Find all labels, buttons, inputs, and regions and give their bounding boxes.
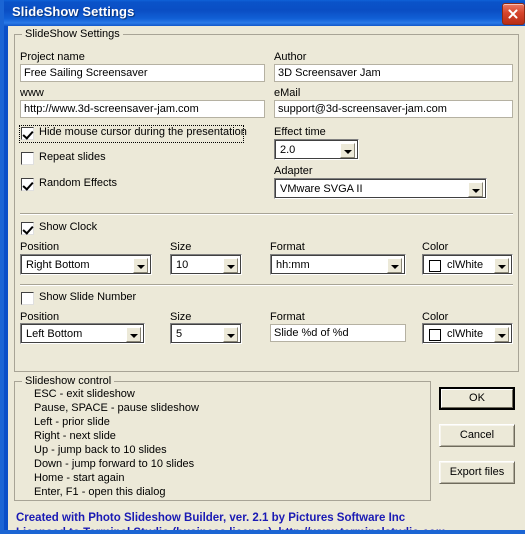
slideshow-settings-legend: SlideShow Settings xyxy=(22,28,123,40)
www-label: www xyxy=(20,87,44,99)
ok-button-label: OK xyxy=(469,392,485,404)
color-swatch xyxy=(429,329,441,341)
show-slide-number-checkbox[interactable]: Show Slide Number xyxy=(21,291,161,306)
random-effects-label: Random Effects xyxy=(39,177,118,189)
slideshow-control-legend: Slideshow control xyxy=(22,375,115,387)
repeat-slides-checkbox[interactable]: Repeat slides xyxy=(21,151,131,166)
combo-face: clWhite xyxy=(424,325,511,342)
clock-format-value: hh:mm xyxy=(276,259,310,271)
footer-credit-line: Created with Photo Slideshow Builder, ve… xyxy=(16,512,406,524)
combo-face: VMware SVGA II xyxy=(276,180,485,197)
adapter-value: VMware SVGA II xyxy=(280,183,363,195)
checkbox-box xyxy=(21,127,34,140)
combo-face: hh:mm xyxy=(272,256,404,273)
slide-number-color-combo[interactable]: clWhite xyxy=(422,323,513,344)
slide-number-format-input[interactable]: Slide %d of %d xyxy=(270,324,406,342)
chevron-down-icon[interactable] xyxy=(468,182,483,197)
hide-mouse-cursor-label: Hide mouse cursor during the presentatio… xyxy=(39,126,247,138)
combo-face: 2.0 xyxy=(276,141,357,158)
control-hint-line: Pause, SPACE - pause slideshow xyxy=(34,402,199,414)
checkbox-box xyxy=(21,152,34,165)
effect-time-combo[interactable]: 2.0 xyxy=(274,139,359,160)
control-hint-line: Right - next slide xyxy=(34,430,116,442)
show-slide-number-label: Show Slide Number xyxy=(39,291,137,303)
dialog-window: SlideShow Settings SlideShow Settings Pr… xyxy=(0,0,525,534)
slide-number-color-value: clWhite xyxy=(447,328,484,340)
checkbox-box xyxy=(21,178,34,191)
clock-color-combo[interactable]: clWhite xyxy=(422,254,513,275)
cancel-button-label: Cancel xyxy=(459,429,495,441)
clock-color-value: clWhite xyxy=(447,259,484,271)
project-name-label: Project name xyxy=(20,51,85,63)
export-files-button[interactable]: Export files xyxy=(439,461,515,484)
clock-format-label: Format xyxy=(270,241,305,253)
hide-mouse-cursor-checkbox[interactable]: Hide mouse cursor during the presentatio… xyxy=(19,125,247,143)
slide-number-color-label: Color xyxy=(422,311,449,323)
chevron-down-icon[interactable] xyxy=(133,258,148,273)
ok-button[interactable]: OK xyxy=(439,387,515,410)
color-swatch xyxy=(429,260,441,272)
effect-time-value: 2.0 xyxy=(280,144,296,156)
close-icon[interactable] xyxy=(502,3,525,25)
divider-slide-number-top xyxy=(20,284,513,286)
chevron-down-icon[interactable] xyxy=(494,327,509,342)
combo-face: Left Bottom xyxy=(22,325,143,342)
clock-position-label: Position xyxy=(20,241,60,253)
chevron-down-icon[interactable] xyxy=(223,258,238,273)
control-hint-line: Up - jump back to 10 slides xyxy=(34,444,167,456)
random-effects-checkbox[interactable]: Random Effects xyxy=(21,177,131,192)
combo-face: Right Bottom xyxy=(22,256,150,273)
clock-size-value: 10 xyxy=(176,259,189,271)
author-label: Author xyxy=(274,51,307,63)
title-bar: SlideShow Settings xyxy=(4,0,525,26)
show-clock-label: Show Clock xyxy=(39,221,98,233)
slide-number-size-label: Size xyxy=(170,311,192,323)
clock-color-label: Color xyxy=(422,241,449,253)
checkbox-box xyxy=(21,222,34,235)
slide-number-format-label: Format xyxy=(270,311,305,323)
combo-face: 10 xyxy=(172,256,240,273)
dialog-client-area: SlideShow Settings Project name Free Sai… xyxy=(8,26,525,530)
chevron-down-icon[interactable] xyxy=(387,258,402,273)
slide-number-position-value: Left Bottom xyxy=(26,328,83,340)
clock-position-value: Right Bottom xyxy=(26,259,90,271)
repeat-slides-label: Repeat slides xyxy=(39,151,106,163)
control-hint-line: Down - jump forward to 10 slides xyxy=(34,458,195,470)
project-name-input[interactable]: Free Sailing Screensaver xyxy=(20,64,265,82)
slide-number-size-value: 5 xyxy=(176,328,183,340)
www-input[interactable]: http://www.3d-screensaver-jam.com xyxy=(20,100,265,118)
divider-clock-top xyxy=(20,213,513,215)
clock-position-combo[interactable]: Right Bottom xyxy=(20,254,152,275)
slide-number-position-combo[interactable]: Left Bottom xyxy=(20,323,145,344)
footer-license-line: Licensed to Terminal Studio (business li… xyxy=(16,527,446,530)
control-hint-line: Home - start again xyxy=(34,472,125,484)
control-hint-line: ESC - exit slideshow xyxy=(34,388,135,400)
combo-face: 5 xyxy=(172,325,240,342)
chevron-down-icon[interactable] xyxy=(340,143,355,158)
adapter-label: Adapter xyxy=(274,165,313,177)
cancel-button[interactable]: Cancel xyxy=(439,424,515,447)
export-files-button-label: Export files xyxy=(449,466,505,478)
chevron-down-icon[interactable] xyxy=(126,327,141,342)
email-label: eMail xyxy=(274,87,301,99)
slide-number-size-combo[interactable]: 5 xyxy=(170,323,242,344)
checkbox-box xyxy=(21,292,34,305)
window-title: SlideShow Settings xyxy=(12,4,135,19)
effect-time-label: Effect time xyxy=(274,126,326,138)
slide-number-position-label: Position xyxy=(20,311,60,323)
control-hint-line: Enter, F1 - open this dialog xyxy=(34,486,166,498)
clock-format-combo[interactable]: hh:mm xyxy=(270,254,406,275)
clock-size-combo[interactable]: 10 xyxy=(170,254,242,275)
email-input[interactable]: support@3d-screensaver-jam.com xyxy=(274,100,513,118)
adapter-combo[interactable]: VMware SVGA II xyxy=(274,178,487,199)
clock-size-label: Size xyxy=(170,241,192,253)
chevron-down-icon[interactable] xyxy=(223,327,238,342)
show-clock-checkbox[interactable]: Show Clock xyxy=(21,221,121,236)
author-input[interactable]: 3D Screensaver Jam xyxy=(274,64,513,82)
combo-face: clWhite xyxy=(424,256,511,273)
chevron-down-icon[interactable] xyxy=(494,258,509,273)
control-hint-line: Left - prior slide xyxy=(34,416,110,428)
